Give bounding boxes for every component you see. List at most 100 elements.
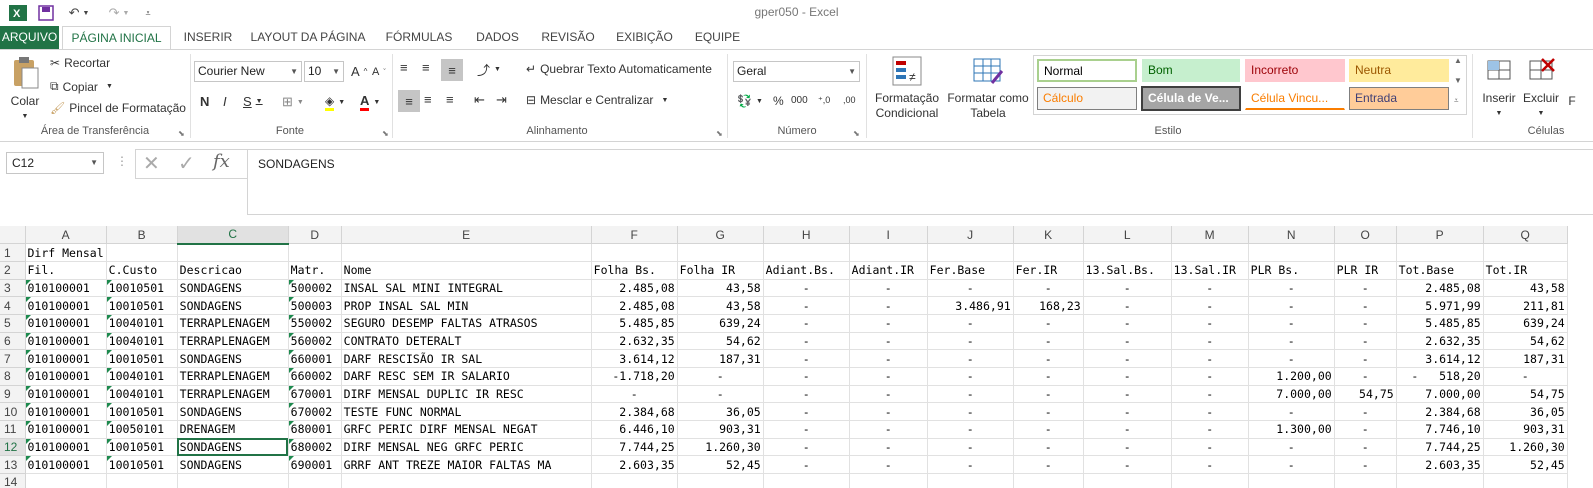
cell-B8[interactable]: 10040101 [106,367,178,386]
cell-M14[interactable] [1171,473,1249,488]
cell-H7[interactable]: - [763,349,850,368]
cell-F5[interactable]: 5.485,85 [591,314,678,333]
row-header[interactable]: 4 [0,296,26,315]
cell-F11[interactable]: 6.446,10 [591,420,678,439]
cell-B13[interactable]: 10010501 [106,455,178,475]
cell-C13[interactable]: SONDAGENS [177,455,289,475]
cell-Q13[interactable]: 52,45 [1483,455,1568,475]
cell-A7[interactable]: 010100001 [25,349,107,368]
cell-B5[interactable]: 10040101 [106,314,178,333]
cell-Q8[interactable]: - [1483,367,1568,386]
cell-A1[interactable]: Dirf Mensal [25,243,107,262]
cell-C10[interactable]: SONDAGENS [177,402,289,422]
row-header[interactable]: 5 [0,314,26,333]
conditional-formatting-button[interactable]: ≠ Formatação Condicional [870,55,944,121]
cell-J12[interactable]: - [927,438,1014,457]
cell-G1[interactable] [677,243,764,262]
row-header[interactable]: 2 [0,261,26,280]
tab-insert[interactable]: INSERIR [181,26,235,49]
cell-E14[interactable] [341,473,592,488]
style-cell-1[interactable]: Bom [1142,59,1240,82]
cell-E1[interactable] [341,243,592,262]
column-header-B[interactable]: B [106,226,178,245]
cell-B9[interactable]: 10040101 [106,385,178,404]
align-right-button[interactable]: ≡ [446,92,454,107]
cell-L13[interactable]: - [1083,455,1172,475]
align-middle-button[interactable]: ≡ [422,60,430,75]
column-header-F[interactable]: F [591,226,678,245]
row-header[interactable]: 13 [0,455,26,475]
cell-M12[interactable]: - [1171,438,1249,457]
cell-Q12[interactable]: 1.260,30 [1483,438,1568,457]
cell-J1[interactable] [927,243,1014,262]
cell-O3[interactable]: - [1334,279,1397,298]
cell-D9[interactable]: 670001 [288,385,342,404]
align-left-button[interactable]: ≡ [398,90,420,112]
cell-L3[interactable]: - [1083,279,1172,298]
cell-C2[interactable]: Descricao [177,261,289,280]
dialog-launcher-icon[interactable]: ⬊ [178,129,185,138]
cell-C7[interactable]: SONDAGENS [177,349,289,368]
cell-Q4[interactable]: 211,81 [1483,296,1568,315]
cell-H1[interactable] [763,243,850,262]
row-header[interactable]: 14 [0,473,26,488]
cell-N1[interactable] [1248,243,1335,262]
cell-H14[interactable] [763,473,850,488]
cell-G3[interactable]: 43,58 [677,279,764,298]
cell-H4[interactable]: - [763,296,850,315]
cell-Q3[interactable]: 43,58 [1483,279,1568,298]
cell-E11[interactable]: GRFC PERIC DIRF MENSAL NEGAT [341,420,592,439]
select-all-corner[interactable] [0,226,26,245]
cell-G11[interactable]: 903,31 [677,420,764,439]
cell-D8[interactable]: 660002 [288,367,342,386]
column-header-Q[interactable]: Q [1483,226,1568,245]
cell-I13[interactable]: - [849,455,928,475]
cell-A9[interactable]: 010100001 [25,385,107,404]
cell-O6[interactable]: - [1334,332,1397,351]
cell-J10[interactable]: - [927,402,1014,422]
cell-Q1[interactable] [1483,243,1568,262]
style-cell-3[interactable]: Neutra [1349,59,1449,82]
cell-E8[interactable]: DARF RESC SEM IR SALARIO [341,367,592,386]
cell-C12[interactable]: SONDAGENS [177,438,289,457]
row-header[interactable]: 11 [0,420,26,439]
percent-button[interactable]: % [773,94,784,108]
cell-P1[interactable] [1396,243,1484,262]
cell-F13[interactable]: 2.603,35 [591,455,678,475]
cell-P4[interactable]: 5.971,99 [1396,296,1484,315]
font-color-button[interactable]: A ▼ [360,93,380,111]
cell-I8[interactable]: - [849,367,928,386]
cell-F3[interactable]: 2.485,08 [591,279,678,298]
cell-A8[interactable]: 010100001 [25,367,107,386]
merge-center-button[interactable]: ⊟ Mesclar e Centralizar ▼ [526,93,668,107]
cell-M5[interactable]: - [1171,314,1249,333]
cell-E4[interactable]: PROP INSAL SAL MIN [341,296,592,315]
column-header-M[interactable]: M [1171,226,1249,245]
cell-J8[interactable]: - [927,367,1014,386]
cell-M9[interactable]: - [1171,385,1249,404]
cell-F4[interactable]: 2.485,08 [591,296,678,315]
tab-file[interactable]: ARQUIVO [0,26,59,49]
cell-B4[interactable]: 10010501 [106,296,178,315]
cell-D4[interactable]: 500003 [288,296,342,315]
row-header[interactable]: 3 [0,279,26,298]
increase-indent-button[interactable]: ⇥ [496,92,507,108]
cell-G8[interactable]: - [677,367,764,386]
cell-D10[interactable]: 670002 [288,402,342,422]
cell-I6[interactable]: - [849,332,928,351]
column-header-J[interactable]: J [927,226,1014,245]
insert-cells-button[interactable]: Inserir ▼ [1478,55,1520,121]
column-header-N[interactable]: N [1248,226,1335,245]
cell-N4[interactable]: - [1248,296,1335,315]
delete-cells-button[interactable]: Excluir ▼ [1520,55,1562,121]
tab-formulas[interactable]: FÓRMULAS [383,26,455,49]
cell-G14[interactable] [677,473,764,488]
cell-J7[interactable]: - [927,349,1014,368]
cell-K5[interactable]: - [1013,314,1084,333]
cell-I3[interactable]: - [849,279,928,298]
cell-K12[interactable]: - [1013,438,1084,457]
cell-G7[interactable]: 187,31 [677,349,764,368]
cell-E12[interactable]: DIRF MENSAL NEG GRFC PERIC [341,438,592,457]
column-header-A[interactable]: A [25,226,107,245]
cell-Q14[interactable] [1483,473,1568,488]
